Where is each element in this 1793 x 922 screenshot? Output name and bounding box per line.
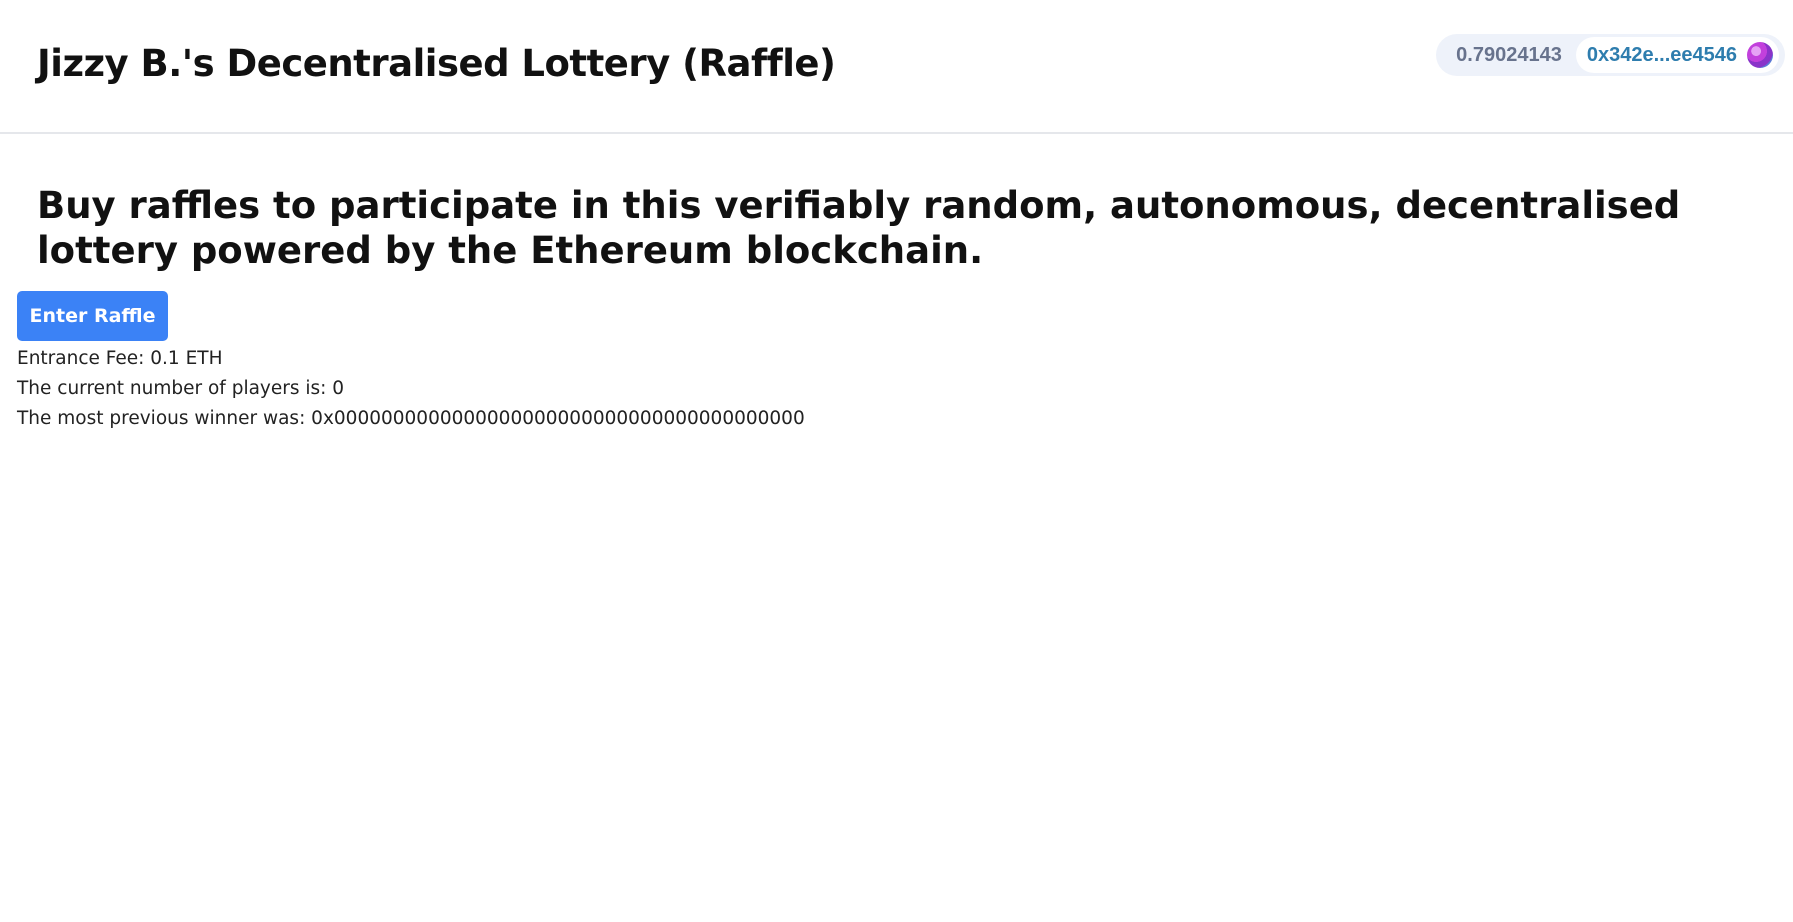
wallet-connect-widget[interactable]: 0.79024143 0x342e...ee4546: [1436, 34, 1785, 76]
app-title: Jizzy B.'s Decentralised Lottery (Raffle…: [37, 42, 836, 85]
enter-raffle-button[interactable]: Enter Raffle: [17, 291, 168, 341]
wallet-address: 0x342e...ee4546: [1586, 43, 1737, 66]
app-header: Jizzy B.'s Decentralised Lottery (Raffle…: [0, 0, 1793, 134]
wallet-balance: 0.79024143: [1456, 43, 1562, 66]
entrance-fee-text: Entrance Fee: 0.1 ETH: [17, 348, 223, 369]
raffle-info: Entrance Fee: 0.1 ETH The current number…: [17, 344, 805, 434]
previous-winner-text: The most previous winner was: 0x00000000…: [17, 408, 805, 429]
wallet-avatar-icon: [1747, 42, 1773, 68]
wallet-account-button[interactable]: 0x342e...ee4546: [1575, 37, 1779, 73]
players-count-text: The current number of players is: 0: [17, 378, 345, 399]
page-headline: Buy raffles to participate in this verif…: [37, 184, 1681, 272]
